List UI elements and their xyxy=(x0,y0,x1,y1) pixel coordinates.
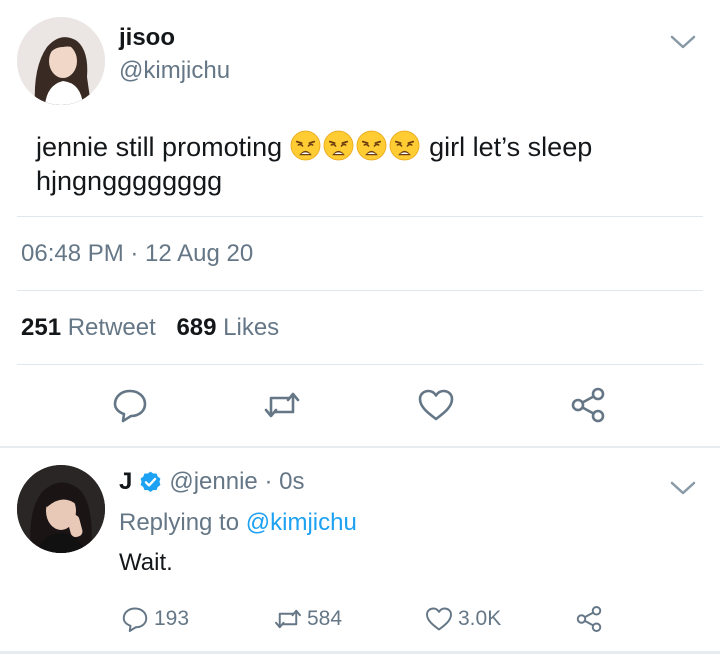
reply-like-button[interactable]: 3.0K xyxy=(424,604,501,634)
chevron-down-icon[interactable] xyxy=(668,478,698,498)
likes-count[interactable]: 689 xyxy=(176,314,216,341)
retweet-count: 584 xyxy=(307,607,343,630)
reply-share-button[interactable] xyxy=(574,604,608,634)
replying-prefix: Replying to xyxy=(119,509,246,536)
reply-icon xyxy=(122,607,148,632)
tweet-text: jennie still promoting girl let’s sleep … xyxy=(36,130,696,198)
reply-handle-time[interactable]: @jennie · 0s xyxy=(169,468,304,496)
weary-face-emoji xyxy=(290,130,321,161)
section-divider xyxy=(0,446,720,448)
retweet-icon[interactable] xyxy=(262,385,302,425)
reply-display-name[interactable]: J xyxy=(119,468,132,496)
display-name[interactable]: jisoo xyxy=(119,24,175,52)
weary-face-emoji xyxy=(356,130,387,161)
like-icon[interactable] xyxy=(416,385,456,425)
avatar-jisoo[interactable] xyxy=(17,17,105,105)
retweet-icon xyxy=(275,609,301,629)
reply-reply-button[interactable]: 193 xyxy=(120,604,189,634)
reply-header: J @jennie · 0s xyxy=(119,468,304,496)
replying-to-link[interactable]: @kimjichu xyxy=(246,509,357,536)
reply-count: 193 xyxy=(154,607,190,630)
tweet-text-before: jennie still promoting xyxy=(36,132,290,162)
like-icon xyxy=(426,607,452,631)
retweet-label[interactable]: Retweet xyxy=(68,314,156,341)
share-icon[interactable] xyxy=(568,385,608,425)
main-tweet: jisoo @kimjichu jennie still promoting g… xyxy=(0,0,720,446)
replying-to: Replying to @kimjichu xyxy=(119,509,357,537)
weary-face-emoji xyxy=(323,130,354,161)
emoji-row xyxy=(290,130,422,162)
reply-text: Wait. xyxy=(119,549,173,576)
tweet-timestamp[interactable]: 06:48 PM · 12 Aug 20 xyxy=(21,240,253,268)
weary-face-emoji xyxy=(389,130,420,161)
reply-icon[interactable] xyxy=(110,385,150,425)
share-icon xyxy=(576,606,602,632)
retweet-count[interactable]: 251 xyxy=(21,314,61,341)
likes-label[interactable]: Likes xyxy=(223,314,279,341)
chevron-down-icon[interactable] xyxy=(668,32,698,52)
like-count: 3.0K xyxy=(458,607,502,630)
avatar-jennie[interactable] xyxy=(17,465,105,553)
divider xyxy=(17,290,703,291)
verified-badge-icon xyxy=(140,471,161,492)
divider xyxy=(17,216,703,217)
user-handle[interactable]: @kimjichu xyxy=(119,57,230,85)
engagement-stats: 251 Retweet 689 Likes xyxy=(21,314,293,342)
divider xyxy=(17,364,703,365)
reply-retweet-button[interactable]: 584 xyxy=(273,604,342,634)
